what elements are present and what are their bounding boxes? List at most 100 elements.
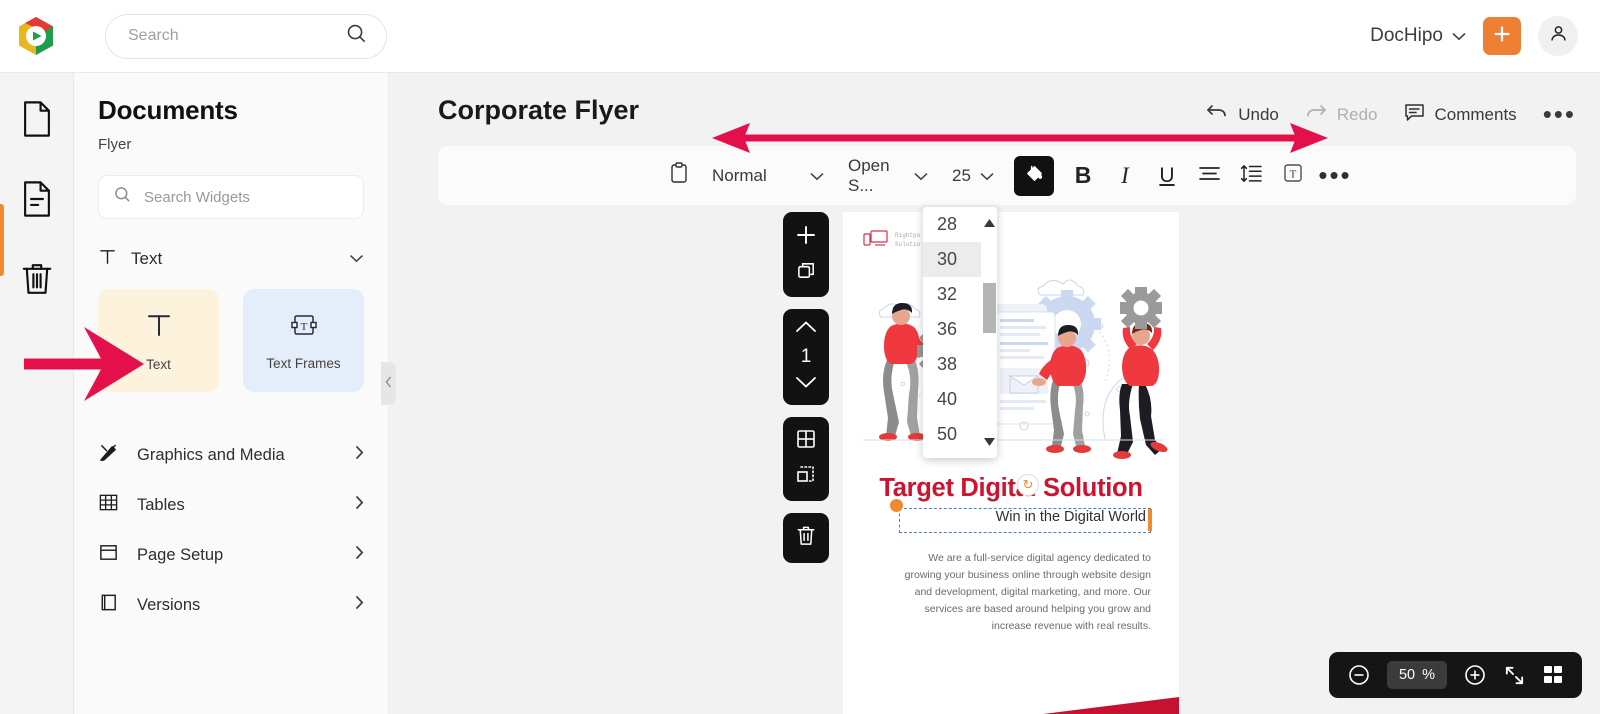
document-more-button[interactable]: ••• bbox=[1543, 99, 1576, 130]
text-t-icon bbox=[98, 247, 117, 271]
menu-item-page-setup[interactable]: Page Setup bbox=[98, 530, 364, 580]
menu-item-versions[interactable]: Versions bbox=[98, 580, 364, 630]
comment-bubble-icon bbox=[1404, 103, 1425, 127]
plus-icon bbox=[794, 223, 818, 252]
paint-bucket-icon bbox=[1024, 163, 1045, 189]
paragraph-style-value: Normal bbox=[712, 165, 767, 185]
chevron-down-icon[interactable] bbox=[349, 250, 364, 268]
text-box-icon: T bbox=[1282, 162, 1304, 189]
flyer-canvas[interactable]: Rightpo Solutio Target Digital Solution … bbox=[843, 212, 1179, 714]
font-size-option[interactable]: 50 bbox=[923, 417, 981, 452]
user-icon bbox=[1548, 23, 1569, 49]
rotate-handle-icon[interactable]: ↻ bbox=[1017, 474, 1039, 496]
panel-subtitle: Flyer bbox=[98, 136, 132, 153]
zoom-out-button[interactable] bbox=[1347, 663, 1371, 687]
italic-button[interactable]: I bbox=[1104, 155, 1146, 197]
scrollbar-thumb[interactable] bbox=[983, 283, 996, 333]
zoom-unit: % bbox=[1422, 667, 1436, 683]
create-new-button[interactable] bbox=[1483, 17, 1521, 55]
font-size-option[interactable]: 36 bbox=[923, 312, 981, 347]
menu-item-tables[interactable]: Tables bbox=[98, 480, 364, 530]
font-size-dropdown[interactable]: 28 30 32 36 38 40 50 bbox=[923, 207, 997, 458]
chevron-right-icon bbox=[355, 545, 364, 565]
text-frames-widget-card[interactable]: T Text Frames bbox=[243, 289, 364, 392]
triangle-down-icon[interactable] bbox=[983, 433, 995, 451]
undo-button[interactable]: Undo bbox=[1206, 103, 1279, 126]
align-button[interactable] bbox=[1188, 155, 1230, 197]
menu-label: Versions bbox=[137, 595, 201, 614]
panel-collapse-handle[interactable] bbox=[381, 362, 396, 405]
zoom-value-field[interactable]: 50 % bbox=[1387, 661, 1447, 689]
paragraph-style-select[interactable]: Normal bbox=[700, 166, 836, 186]
text-color-button[interactable] bbox=[1014, 155, 1054, 196]
font-family-select[interactable]: Open S... bbox=[836, 156, 940, 196]
document-lines-icon bbox=[20, 180, 54, 223]
current-page-number: 1 bbox=[800, 346, 812, 367]
text-widget-card[interactable]: Text bbox=[98, 289, 219, 392]
format-more-button[interactable]: ••• bbox=[1314, 155, 1356, 197]
top-bar: DocHipo bbox=[0, 0, 1600, 73]
versions-layers-icon bbox=[98, 592, 119, 618]
widget-search-input[interactable] bbox=[144, 188, 349, 206]
font-size-option[interactable]: 28 bbox=[923, 207, 981, 242]
undo-label: Undo bbox=[1238, 104, 1279, 124]
page-navigator-tool[interactable]: 1 bbox=[783, 309, 829, 405]
document-actions: Undo Redo Comments ••• bbox=[1206, 99, 1576, 130]
workspace-selector[interactable]: DocHipo bbox=[1370, 25, 1466, 47]
font-size-option[interactable]: 30 bbox=[923, 242, 981, 277]
flyer-logo-line2: Solutio bbox=[895, 240, 921, 248]
left-panel: Documents Flyer Text bbox=[74, 73, 389, 714]
flyer-bottom-band bbox=[843, 687, 1179, 714]
zoom-in-button[interactable] bbox=[1463, 663, 1487, 687]
search-icon[interactable] bbox=[345, 22, 368, 50]
menu-item-graphics-and-media[interactable]: Graphics and Media bbox=[98, 430, 364, 480]
font-size-option[interactable]: 38 bbox=[923, 347, 981, 382]
line-height-button[interactable] bbox=[1230, 155, 1272, 197]
svg-text:T: T bbox=[300, 321, 307, 333]
search-input[interactable] bbox=[128, 27, 345, 45]
font-family-value: Open S... bbox=[848, 155, 890, 195]
redo-label: Redo bbox=[1336, 104, 1378, 124]
menu-label: Tables bbox=[137, 495, 185, 514]
layout-tools[interactable] bbox=[783, 417, 829, 501]
plus-icon bbox=[1492, 24, 1512, 49]
clipboard-icon bbox=[669, 161, 689, 190]
menu-label: Page Setup bbox=[137, 545, 224, 564]
grid-view-button[interactable] bbox=[1542, 664, 1564, 686]
flyer-logo-text: Rightpo Solutio bbox=[895, 232, 920, 248]
rail-item-trash[interactable] bbox=[13, 257, 61, 305]
text-box-button[interactable]: T bbox=[1272, 155, 1314, 197]
text-t-icon bbox=[144, 310, 174, 345]
grid-layout-icon bbox=[795, 428, 817, 455]
rail-item-documents[interactable] bbox=[13, 97, 61, 145]
clipboard-paste-button[interactable] bbox=[658, 155, 700, 197]
triangle-up-icon[interactable] bbox=[983, 214, 995, 232]
widget-search[interactable] bbox=[98, 175, 364, 219]
flyer-subtitle-selection[interactable]: Win in the Digital World bbox=[890, 499, 1152, 533]
fit-screen-button[interactable] bbox=[1503, 664, 1526, 687]
flyer-body-text[interactable]: We are a full-service digital agency ded… bbox=[895, 550, 1151, 635]
account-avatar[interactable] bbox=[1538, 16, 1578, 56]
zoom-value: 50 bbox=[1398, 667, 1416, 683]
font-size-select[interactable]: 25 bbox=[940, 166, 1006, 186]
flyer-illustration bbox=[843, 264, 1179, 464]
section-text[interactable]: Text bbox=[98, 247, 364, 271]
font-size-option[interactable]: 32 bbox=[923, 277, 981, 312]
redo-button[interactable]: Redo bbox=[1305, 103, 1378, 126]
document-title: Corporate Flyer bbox=[438, 95, 640, 125]
bold-button[interactable]: B bbox=[1062, 155, 1104, 197]
underline-button[interactable]: U bbox=[1146, 155, 1188, 197]
comments-button[interactable]: Comments bbox=[1404, 103, 1517, 127]
delete-page-tool[interactable] bbox=[783, 513, 829, 563]
align-center-icon bbox=[1198, 164, 1221, 188]
chevron-up-icon[interactable] bbox=[795, 320, 817, 338]
icon-rail bbox=[0, 73, 74, 714]
global-search[interactable] bbox=[105, 13, 387, 59]
dochipo-logo-icon[interactable] bbox=[15, 14, 57, 58]
font-size-option[interactable]: 40 bbox=[923, 382, 981, 417]
resize-handle[interactable] bbox=[890, 499, 903, 512]
flyer-subtitle[interactable]: Win in the Digital World bbox=[996, 509, 1146, 525]
chevron-down-icon[interactable] bbox=[795, 376, 817, 394]
rail-item-templates[interactable] bbox=[13, 177, 61, 225]
add-page-tool[interactable] bbox=[783, 212, 829, 297]
